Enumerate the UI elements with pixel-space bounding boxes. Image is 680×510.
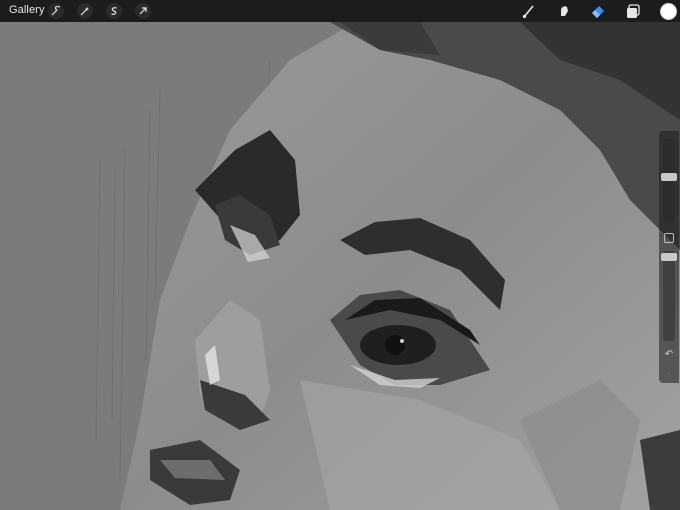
actions-wrench-icon[interactable]: [48, 3, 64, 19]
undo-icon[interactable]: ↶: [662, 349, 676, 361]
redo-icon[interactable]: ·: [662, 369, 676, 379]
brush-icon[interactable]: [520, 2, 538, 20]
brush-sidebar: ↶ ·: [659, 131, 679, 383]
adjustments-wand-icon[interactable]: [77, 3, 93, 19]
layers-icon[interactable]: [624, 2, 642, 20]
painting-canvas[interactable]: [0, 0, 680, 510]
top-toolbar: Gallery: [0, 0, 680, 22]
eraser-icon[interactable]: [589, 2, 607, 20]
smudge-icon[interactable]: [555, 2, 573, 20]
brush-size-thumb[interactable]: [661, 173, 677, 182]
gallery-button[interactable]: Gallery: [9, 4, 45, 16]
opacity-slider[interactable]: [663, 251, 675, 341]
color-picker-button[interactable]: [660, 3, 677, 20]
selection-icon[interactable]: [106, 3, 122, 19]
transform-arrow-icon[interactable]: [135, 3, 151, 19]
opacity-thumb[interactable]: [661, 252, 677, 261]
modify-button[interactable]: [664, 233, 674, 243]
